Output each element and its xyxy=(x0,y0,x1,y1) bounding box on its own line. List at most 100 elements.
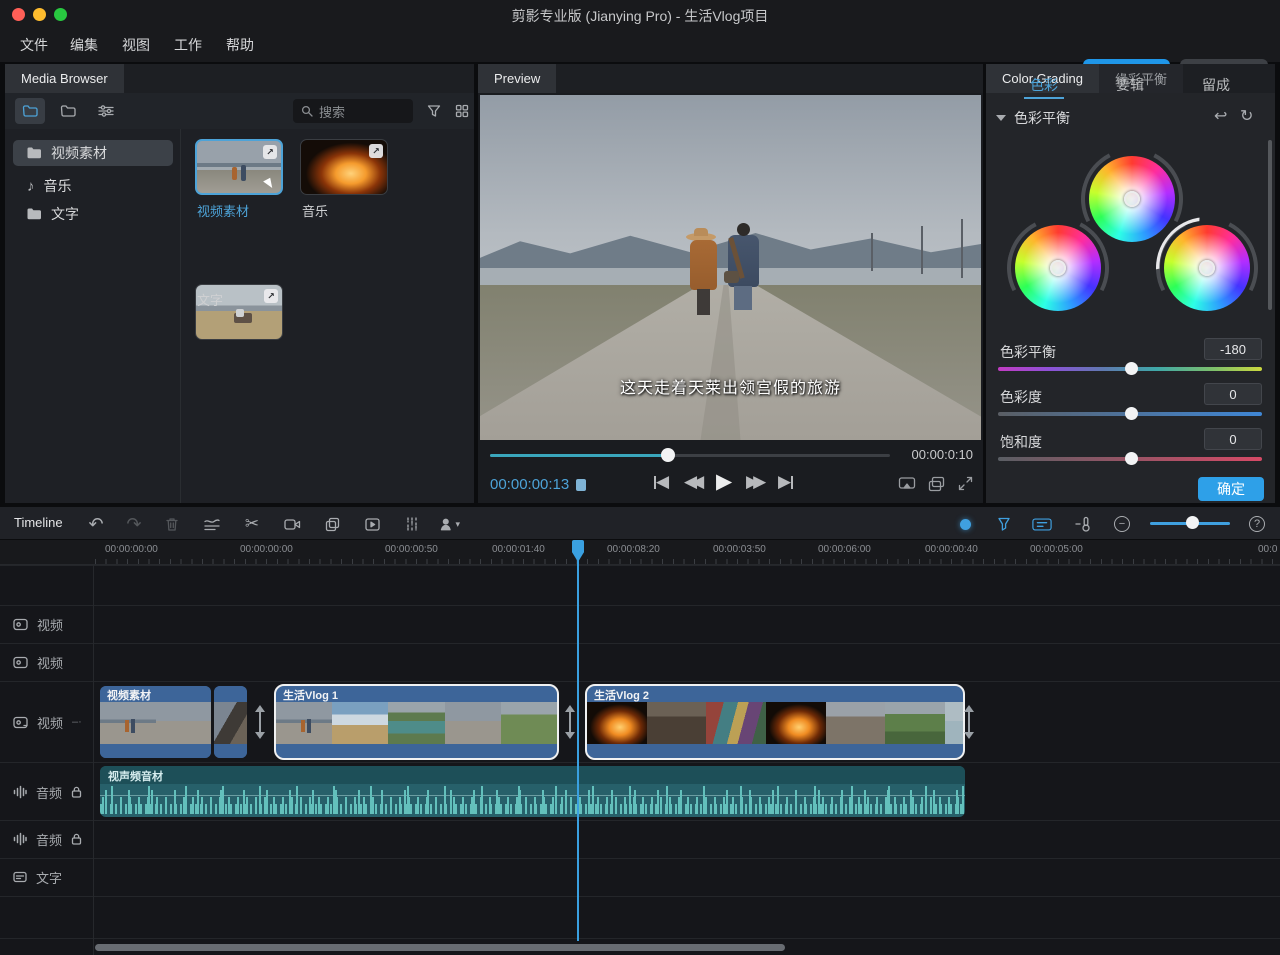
confirm-button[interactable]: 确定 xyxy=(1198,477,1264,501)
hue-slider-handle[interactable] xyxy=(1125,362,1138,375)
go-to-end-button[interactable]: ▶ xyxy=(778,472,793,492)
play-button[interactable]: ▶ xyxy=(716,469,732,494)
lock-icon[interactable] xyxy=(71,786,82,798)
undo-icon[interactable]: ↶ xyxy=(86,514,106,534)
title-bar: 剪影专业版 (Jianying Pro) - 生活Vlog项目 xyxy=(0,0,1280,28)
folder-icon xyxy=(22,104,38,118)
midtones-color-wheel[interactable] xyxy=(1089,156,1175,242)
media-tabstrip: Media Browser xyxy=(5,64,474,93)
split-scissors-icon[interactable]: ✂ xyxy=(242,514,262,534)
panel-scrollbar[interactable] xyxy=(1268,140,1272,310)
color-balance-section-header[interactable]: 色彩平衡 xyxy=(996,108,1070,128)
wheel-handle[interactable] xyxy=(1199,260,1215,276)
menu-work[interactable]: 工作 xyxy=(174,35,202,55)
menu-help[interactable]: 帮助 xyxy=(226,35,254,55)
row-divider xyxy=(0,681,1280,682)
reset-section-icon[interactable]: ↻ xyxy=(1240,106,1253,126)
fullscreen-icon[interactable] xyxy=(958,476,973,491)
filter-light-icon[interactable] xyxy=(994,514,1014,534)
shadows-color-wheel[interactable] xyxy=(1015,225,1101,311)
filter-button[interactable] xyxy=(419,98,449,124)
track-option-icon[interactable]: –· xyxy=(72,716,82,728)
camera-icon[interactable] xyxy=(282,514,302,534)
active-subtab-underline xyxy=(1024,97,1064,99)
clip-video-assets[interactable]: 视频素材 xyxy=(100,686,211,758)
menu-file[interactable]: 文件 xyxy=(20,35,48,55)
timeline-ruler[interactable]: 00:00:00:00 00:00:00:00 00:00:00:50 00:0… xyxy=(0,540,1280,565)
timeline-horizontal-scrollbar[interactable] xyxy=(95,944,785,951)
snapping-icon[interactable] xyxy=(955,514,975,534)
delete-icon[interactable] xyxy=(162,514,182,534)
clip-audio[interactable]: 视声频音材 xyxy=(100,766,965,817)
fast-forward-button[interactable]: ▶▶ xyxy=(746,472,760,492)
mixer-icon[interactable] xyxy=(402,514,422,534)
play-clip-icon[interactable] xyxy=(362,514,382,534)
tab-preview[interactable]: Preview xyxy=(478,64,556,93)
sidebar-item-video-assets[interactable]: 视频素材 xyxy=(13,140,173,166)
transition-icon[interactable] xyxy=(253,707,267,737)
saturation-value-input[interactable]: 0 xyxy=(1204,428,1262,450)
zoom-out-icon[interactable]: − xyxy=(1112,514,1132,534)
figure-man xyxy=(728,223,760,323)
subtab-edit[interactable]: 要辑 xyxy=(1116,75,1144,95)
slider-label: 色彩度 xyxy=(1000,387,1042,407)
curve-speed-icon[interactable] xyxy=(202,514,222,534)
stop-icon[interactable] xyxy=(576,479,586,491)
media-item-video-assets[interactable]: ↗ xyxy=(195,139,283,195)
subtab-done[interactable]: 留成 xyxy=(1202,75,1230,95)
transition-icon[interactable] xyxy=(563,707,577,737)
highlights-color-wheel[interactable] xyxy=(1164,225,1250,311)
speaker-person-icon[interactable]: ▾ xyxy=(440,514,460,534)
picture-in-picture-icon[interactable] xyxy=(928,476,945,492)
adjust-view-button[interactable] xyxy=(91,98,121,124)
clip-vlog-1[interactable]: 生活Vlog 1 xyxy=(276,686,557,758)
copy-icon[interactable] xyxy=(322,514,342,534)
folder-icon xyxy=(27,208,42,220)
scrubber-handle[interactable] xyxy=(661,448,675,462)
go-to-start-button[interactable]: ◀ xyxy=(654,472,669,492)
ruler-label: 00:00:06:00 xyxy=(818,544,871,555)
redo-icon[interactable]: ↷ xyxy=(124,514,144,534)
temperature-icon[interactable] xyxy=(1074,514,1094,534)
video-track-icon xyxy=(13,656,28,669)
track-header-audio-2[interactable]: 音频 xyxy=(0,826,93,852)
folder2-view-button[interactable] xyxy=(53,98,83,124)
playhead-line[interactable] xyxy=(577,540,579,941)
clip-short[interactable] xyxy=(214,686,247,758)
cursor-pointer-icon xyxy=(263,178,275,191)
saturation-slider-handle[interactable] xyxy=(1125,452,1138,465)
wheel-handle[interactable] xyxy=(1124,191,1140,207)
undo-section-icon[interactable]: ↩ xyxy=(1214,106,1227,126)
menu-edit[interactable]: 编集 xyxy=(70,35,98,55)
track-header-video-1[interactable]: 视频 xyxy=(0,611,93,637)
tab-media-browser[interactable]: Media Browser xyxy=(5,64,124,93)
ruler-label: 00:00:03:50 xyxy=(713,544,766,555)
sidebar-item-music[interactable]: ♪ 音乐 xyxy=(13,173,173,199)
sidebar-item-text[interactable]: 文字 xyxy=(13,201,173,227)
resolution-badge-icon[interactable] xyxy=(1032,514,1052,534)
grid-view-button[interactable] xyxy=(447,98,477,124)
folder-view-button[interactable] xyxy=(15,98,45,124)
display-output-icon[interactable] xyxy=(898,476,916,492)
hue-value-input[interactable]: -180 xyxy=(1204,338,1262,360)
video-viewport[interactable]: 这天走着天莱出领宫假的旅游 xyxy=(480,95,981,440)
tint-slider-handle[interactable] xyxy=(1125,407,1138,420)
menu-view[interactable]: 视图 xyxy=(122,35,150,55)
rewind-button[interactable]: ◀◀ xyxy=(684,472,698,492)
media-item-music[interactable]: ↗ xyxy=(300,139,388,195)
wheel-handle[interactable] xyxy=(1050,260,1066,276)
track-header-video-2[interactable]: 视频 xyxy=(0,649,93,675)
duration-label: 00:00:0:10 xyxy=(898,447,973,462)
timeline-zoom-handle[interactable] xyxy=(1186,516,1199,529)
tint-value-input[interactable]: 0 xyxy=(1204,383,1262,405)
subtab-color[interactable]: 色彩 xyxy=(1030,75,1058,95)
clip-vlog-2[interactable]: 生活Vlog 2 xyxy=(587,686,963,758)
lock-icon[interactable] xyxy=(71,833,82,845)
transition-icon[interactable] xyxy=(962,707,976,737)
track-header-text[interactable]: 文字 xyxy=(0,864,93,890)
track-header-video-main[interactable]: 视频 –· xyxy=(0,709,93,735)
export-badge-icon: ↗ xyxy=(264,289,278,303)
track-header-audio-1[interactable]: 音频 xyxy=(0,779,93,805)
search-input[interactable]: 搜索 xyxy=(293,99,413,123)
help-icon[interactable]: ? xyxy=(1247,514,1267,534)
